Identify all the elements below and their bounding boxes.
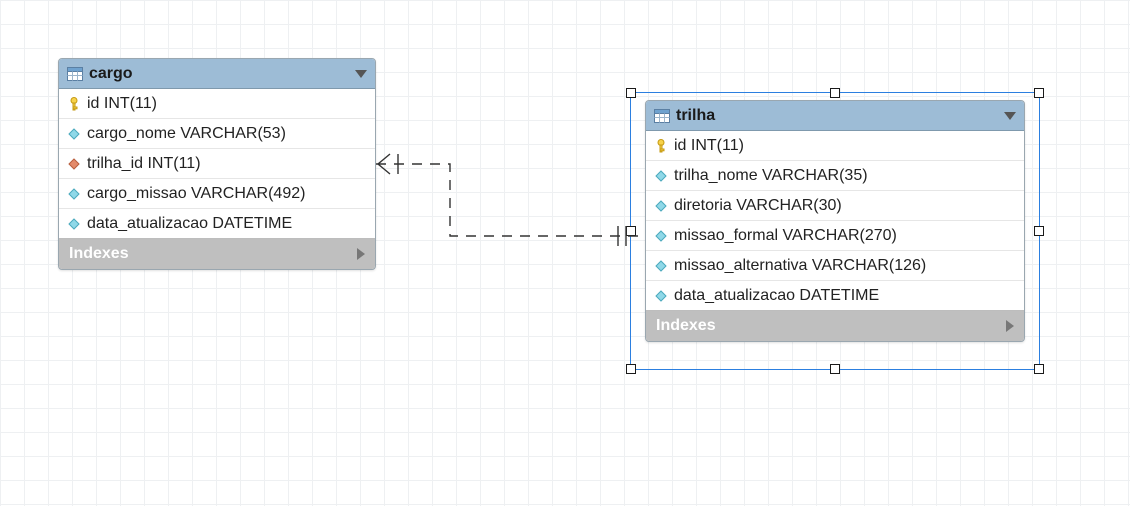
cargo-column-row[interactable]: trilha_id INT(11) [59, 149, 375, 179]
resize-handle-w[interactable] [626, 226, 636, 236]
resize-handle-se[interactable] [1034, 364, 1044, 374]
entity-trilha-columns: id INT(11) trilha_nome VARCHAR(35) diretor… [646, 131, 1024, 311]
entity-trilha-indexes[interactable]: Indexes [646, 311, 1024, 341]
erd-canvas[interactable]: cargo id INT(11) cargo_nome VARCHAR(53) tr… [0, 0, 1130, 506]
resize-handle-sw[interactable] [626, 364, 636, 374]
cargo-column-row[interactable]: id INT(11) [59, 89, 375, 119]
entity-trilha-title: trilha [676, 107, 998, 125]
collapse-icon[interactable] [1004, 112, 1016, 120]
column-label: id INT(11) [87, 95, 367, 113]
trilha-column-row[interactable]: trilha_nome VARCHAR(35) [646, 161, 1024, 191]
column-icon [654, 229, 668, 243]
resize-handle-e[interactable] [1034, 226, 1044, 236]
cargo-column-row[interactable]: cargo_nome VARCHAR(53) [59, 119, 375, 149]
column-icon [67, 187, 81, 201]
indexes-label: Indexes [656, 317, 716, 335]
column-label: data_atualizacao DATETIME [674, 287, 1016, 305]
column-label: trilha_nome VARCHAR(35) [674, 167, 1016, 185]
trilha-column-row[interactable]: data_atualizacao DATETIME [646, 281, 1024, 311]
table-icon [67, 67, 83, 81]
trilha-column-row[interactable]: missao_alternativa VARCHAR(126) [646, 251, 1024, 281]
resize-handle-nw[interactable] [626, 88, 636, 98]
trilha-column-row[interactable]: id INT(11) [646, 131, 1024, 161]
foreign-key-icon [67, 157, 81, 171]
entity-cargo[interactable]: cargo id INT(11) cargo_nome VARCHAR(53) tr… [58, 58, 376, 270]
trilha-column-row[interactable]: diretoria VARCHAR(30) [646, 191, 1024, 221]
trilha-column-row[interactable]: missao_formal VARCHAR(270) [646, 221, 1024, 251]
entity-cargo-columns: id INT(11) cargo_nome VARCHAR(53) trilha_i… [59, 89, 375, 239]
column-icon [654, 169, 668, 183]
entity-cargo-title: cargo [89, 65, 349, 83]
entity-cargo-indexes[interactable]: Indexes [59, 239, 375, 269]
entity-trilha-header[interactable]: trilha [646, 101, 1024, 131]
column-label: data_atualizacao DATETIME [87, 215, 367, 233]
entity-trilha[interactable]: trilha id INT(11) trilha_nome VARCHAR(35)… [645, 100, 1025, 342]
primary-key-icon [654, 139, 668, 153]
expand-icon [1006, 320, 1014, 332]
primary-key-icon [67, 97, 81, 111]
column-label: missao_alternativa VARCHAR(126) [674, 257, 1016, 275]
column-label: id INT(11) [674, 137, 1016, 155]
cargo-column-row[interactable]: data_atualizacao DATETIME [59, 209, 375, 239]
expand-icon [357, 248, 365, 260]
column-label: cargo_nome VARCHAR(53) [87, 125, 367, 143]
column-label: cargo_missao VARCHAR(492) [87, 185, 367, 203]
entity-cargo-header[interactable]: cargo [59, 59, 375, 89]
column-icon [654, 289, 668, 303]
cargo-column-row[interactable]: cargo_missao VARCHAR(492) [59, 179, 375, 209]
resize-handle-s[interactable] [830, 364, 840, 374]
column-label: missao_formal VARCHAR(270) [674, 227, 1016, 245]
resize-handle-ne[interactable] [1034, 88, 1044, 98]
column-label: diretoria VARCHAR(30) [674, 197, 1016, 215]
collapse-icon[interactable] [355, 70, 367, 78]
resize-handle-n[interactable] [830, 88, 840, 98]
column-label: trilha_id INT(11) [87, 155, 367, 173]
column-icon [654, 259, 668, 273]
table-icon [654, 109, 670, 123]
column-icon [654, 199, 668, 213]
indexes-label: Indexes [69, 245, 129, 263]
column-icon [67, 217, 81, 231]
column-icon [67, 127, 81, 141]
